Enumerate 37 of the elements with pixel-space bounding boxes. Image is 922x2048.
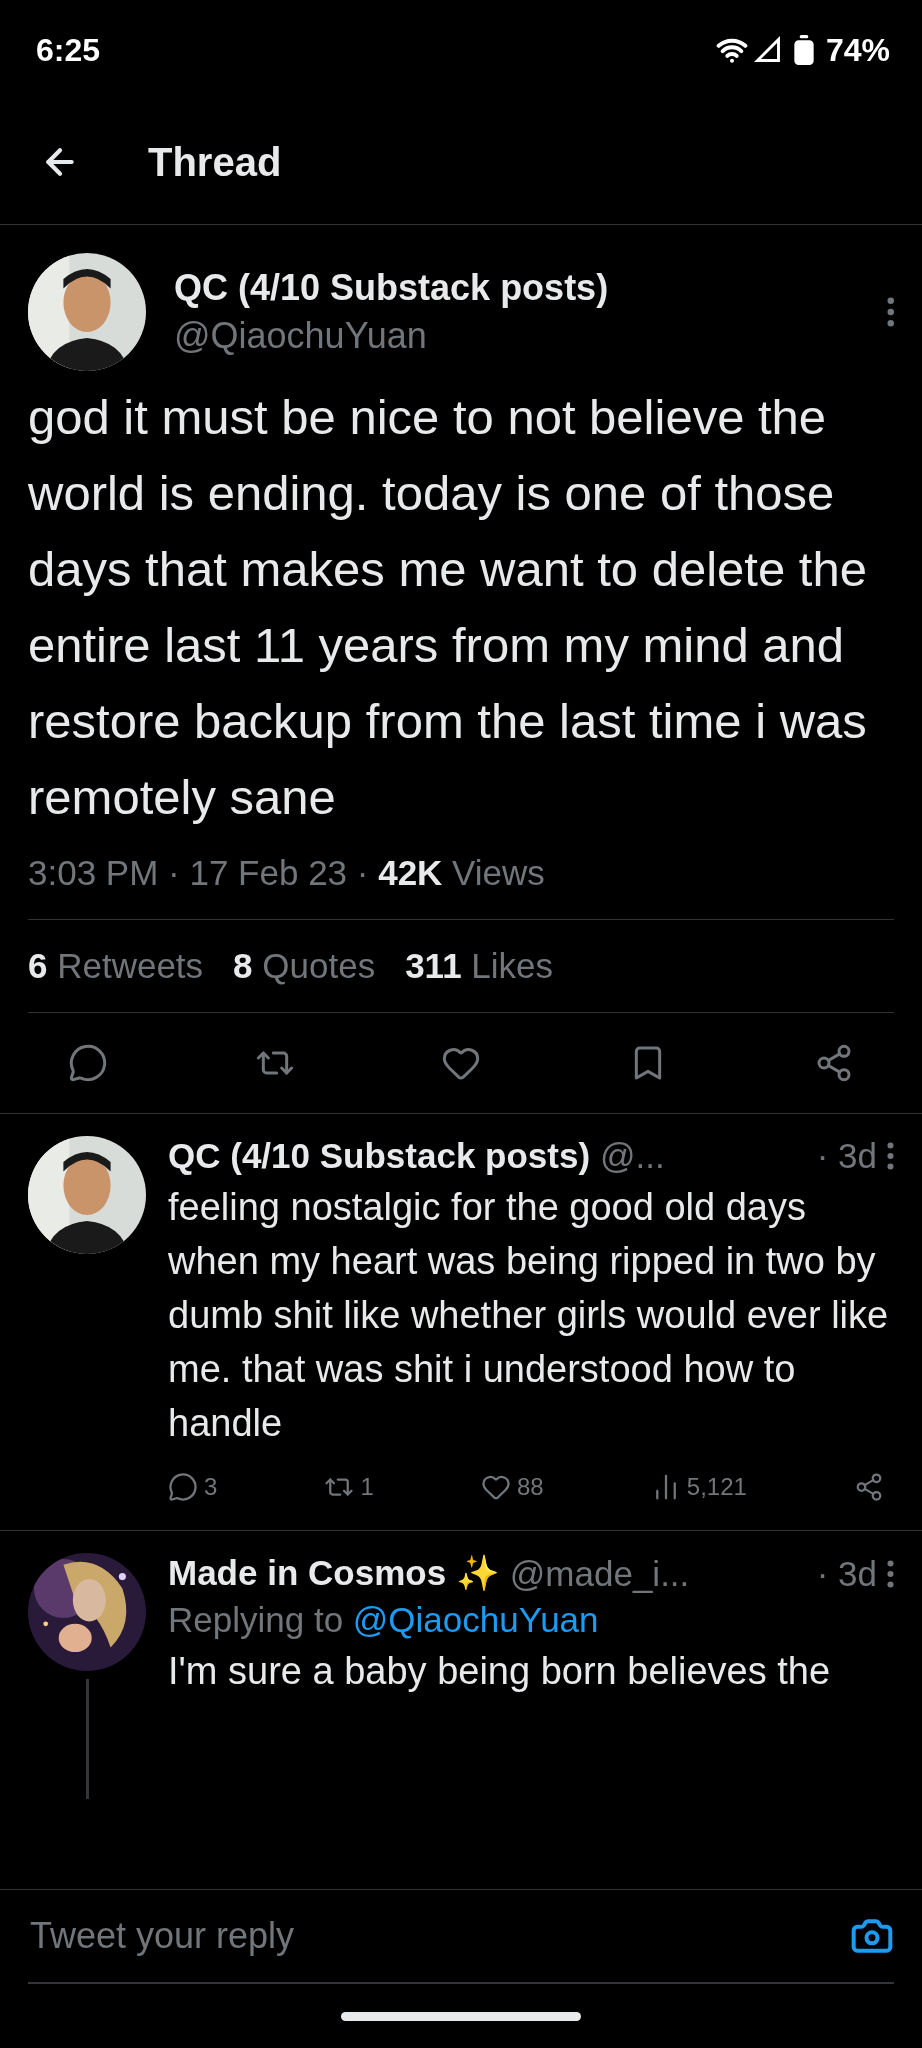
author-name: QC (4/10 Substack posts): [174, 267, 610, 309]
reply-button[interactable]: [68, 1043, 108, 1083]
author-handle: @QiaochuYuan: [174, 315, 428, 357]
reply-button[interactable]: 3: [168, 1472, 218, 1502]
reply-text: I'm sure a baby being born believes the: [168, 1649, 832, 1694]
share-icon: [854, 1472, 884, 1502]
author-handle: @...: [600, 1136, 666, 1176]
post-time: · 3d: [816, 1136, 877, 1176]
more-button[interactable]: [886, 297, 894, 327]
reply-text: feeling nostalgic for the good old days when my heart was being ripped in two by dumb shit like whether girls would ever like me. that was shit i understood how to handle: [168, 1185, 890, 1446]
share-button[interactable]: [854, 1472, 884, 1502]
page-title: Thread: [148, 139, 282, 185]
reply-icon: [68, 1043, 108, 1083]
more-icon: [887, 1559, 894, 1588]
stat-link[interactable]: 311 Likes: [405, 946, 554, 986]
mention-link[interactable]: @QiaochuYuan: [352, 1600, 599, 1639]
battery-percent: 74%: [825, 31, 890, 69]
tweet-text: god it must be nice to not believe the world is ending. today is one of those days that makes me want to delete the entire last 11 years from my mind and restore backup from the last time i was remotely sane: [28, 389, 868, 826]
more-icon: [886, 297, 894, 327]
like-button[interactable]: 88: [480, 1472, 544, 1502]
stat-link[interactable]: 6 Retweets: [28, 946, 204, 986]
post-time: · 3d: [816, 1553, 877, 1594]
reply-input[interactable]: Tweet your reply: [28, 1914, 850, 1958]
views-button[interactable]: 5,121: [650, 1472, 747, 1502]
status-time: 6:25: [36, 31, 101, 69]
stat-link[interactable]: 8 Quotes: [233, 946, 376, 986]
retweet-button[interactable]: 1: [324, 1472, 374, 1502]
reply-icon: [168, 1472, 198, 1502]
more-button[interactable]: [887, 1142, 894, 1170]
signal-icon: [753, 36, 782, 64]
author-name: Made in Cosmos ✨: [168, 1553, 500, 1594]
more-button[interactable]: [887, 1559, 894, 1588]
author-handle: @made_i...: [509, 1553, 691, 1594]
author-name: QC (4/10 Substack posts): [168, 1136, 591, 1176]
more-icon: [887, 1142, 894, 1170]
tweet-meta: 3:03 PM · 17 Feb 23 · 42K Views: [28, 835, 894, 920]
replying-to-text: Replying to @QiaochuYuan: [168, 1600, 600, 1640]
